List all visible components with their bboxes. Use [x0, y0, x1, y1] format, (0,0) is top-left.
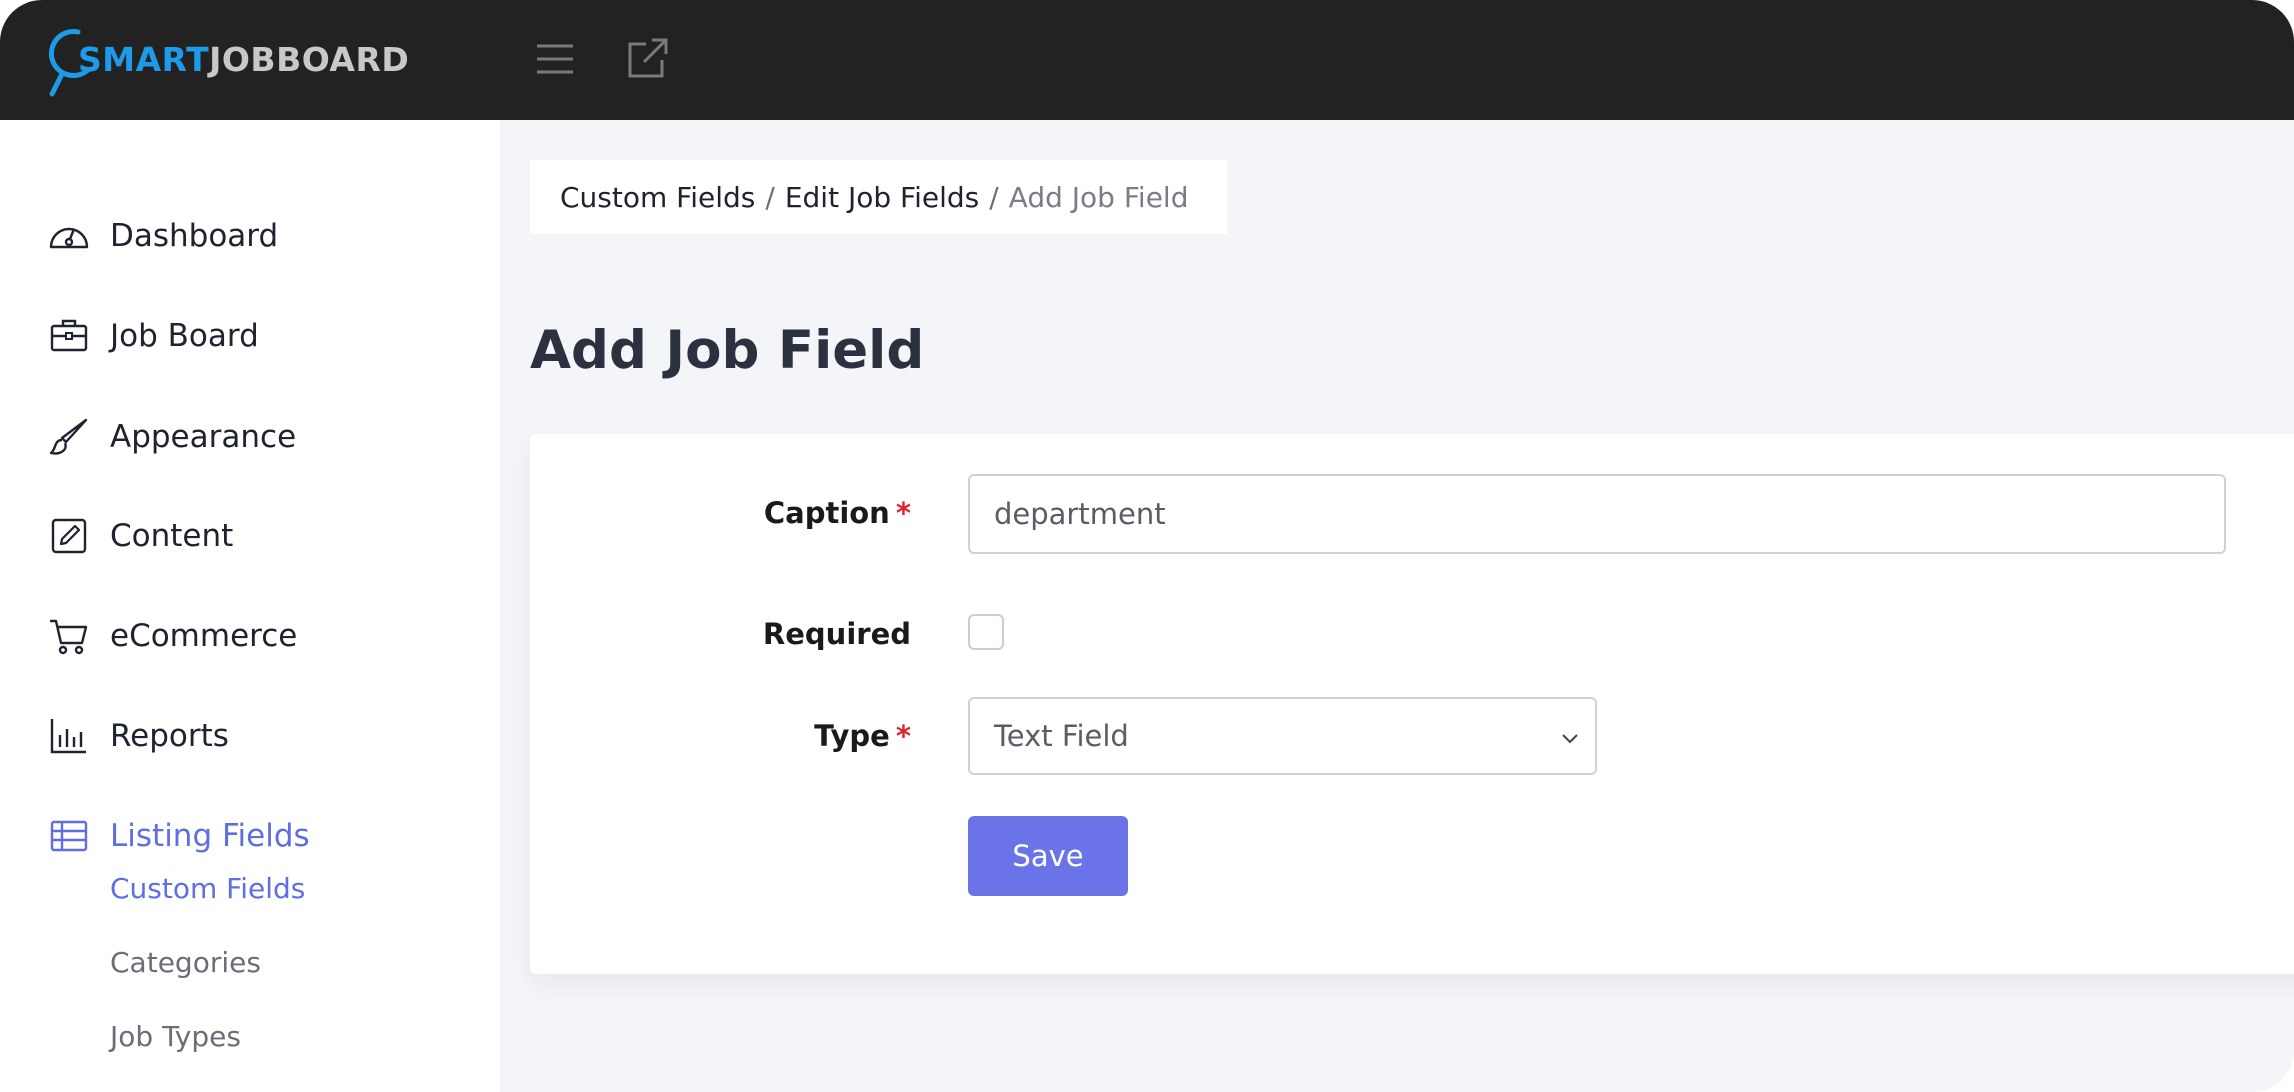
sidebar-item-appearance[interactable]: Appearance: [48, 407, 468, 467]
brand-logo[interactable]: SMARTJOBBOARD: [48, 26, 409, 98]
bar-chart-icon: [50, 719, 86, 754]
caption-input[interactable]: [968, 474, 2226, 554]
edit-square-icon: [51, 518, 87, 554]
sidebar-subitem-custom-fields[interactable]: Custom Fields: [110, 872, 305, 905]
breadcrumb-separator: /: [989, 180, 999, 214]
cart-icon: [50, 619, 88, 655]
sidebar-item-job-board[interactable]: Job Board: [48, 306, 468, 366]
type-select-value: Text Field: [994, 719, 1129, 753]
required-asterisk: *: [895, 496, 911, 530]
sidebar-subitem-job-types[interactable]: Job Types: [110, 1020, 241, 1053]
sidebar-item-label: Content: [110, 518, 234, 554]
required-checkbox[interactable]: [968, 614, 1004, 650]
breadcrumb-separator: /: [765, 180, 775, 214]
sidebar-item-label: Listing Fields: [110, 818, 310, 854]
menu-icon[interactable]: [534, 38, 576, 80]
breadcrumb-link-edit-job-fields[interactable]: Edit Job Fields: [785, 181, 979, 214]
sidebar-item-reports[interactable]: Reports: [48, 706, 468, 766]
page-title: Add Job Field: [530, 320, 925, 381]
sidebar-item-label: Appearance: [110, 419, 297, 455]
sidebar: Dashboard Job Board Appearance Content e…: [0, 120, 500, 1092]
sidebar-item-ecommerce[interactable]: eCommerce: [48, 606, 468, 666]
brand-name-smart: SMART: [78, 40, 210, 79]
sidebar-item-label: Reports: [110, 718, 229, 754]
external-link-icon[interactable]: [624, 36, 670, 82]
required-asterisk: *: [895, 719, 911, 753]
caption-label: Caption *: [764, 496, 911, 530]
type-label: Type *: [814, 719, 911, 753]
top-bar: SMARTJOBBOARD: [0, 0, 2294, 120]
sidebar-item-label: Job Board: [110, 318, 259, 354]
sidebar-item-content[interactable]: Content: [48, 506, 468, 566]
sidebar-item-label: Dashboard: [110, 218, 279, 254]
type-select[interactable]: Text Field: [968, 697, 1597, 775]
briefcase-icon: [50, 319, 88, 352]
sidebar-subitem-categories[interactable]: Categories: [110, 946, 261, 979]
save-button[interactable]: Save: [968, 816, 1128, 896]
brand-name: SMARTJOBBOARD: [78, 40, 409, 79]
required-label: Required: [762, 617, 911, 651]
paintbrush-icon: [49, 418, 88, 455]
brand-name-jobboard: JOBBOARD: [209, 40, 410, 79]
breadcrumb-link-custom-fields[interactable]: Custom Fields: [560, 181, 755, 214]
sidebar-item-dashboard[interactable]: Dashboard: [48, 206, 468, 266]
caption-label-text: Caption: [763, 496, 890, 530]
sidebar-item-listing-fields[interactable]: Listing Fields: [48, 806, 468, 866]
breadcrumb-current: Add Job Field: [1008, 180, 1189, 214]
dashboard-gauge-icon: [49, 227, 89, 249]
chevron-down-icon: [1562, 734, 1578, 744]
type-label-text: Type: [814, 719, 890, 753]
app-window: SMARTJOBBOARD Dashboard Job Board Appear…: [0, 0, 2294, 1092]
breadcrumb: Custom Fields / Edit Job Fields / Add Jo…: [530, 160, 1227, 234]
sidebar-item-label: eCommerce: [110, 618, 298, 654]
table-icon: [50, 820, 88, 852]
